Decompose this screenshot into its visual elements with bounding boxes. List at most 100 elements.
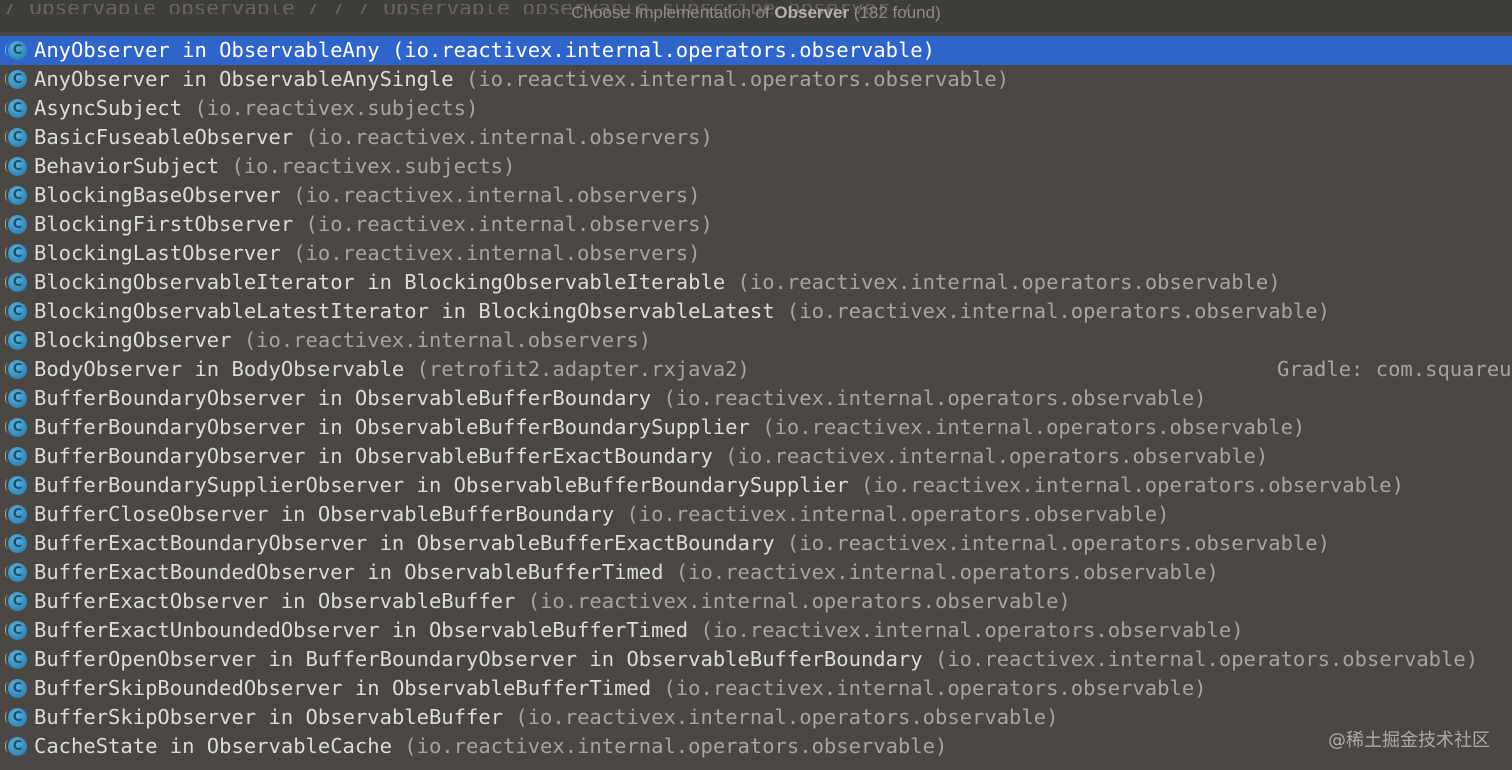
class-icon: C <box>5 563 27 582</box>
item-text: BufferExactObserver in ObservableBuffer … <box>34 587 1071 616</box>
implementation-item[interactable]: C BasicFuseableObserver (io.reactivex.int… <box>0 123 1512 152</box>
class-icon: C <box>5 447 27 466</box>
package-name: (io.reactivex.internal.operators.observa… <box>465 67 1010 91</box>
package-name: (io.reactivex.internal.operators.observa… <box>404 734 948 758</box>
class-name: BufferExactObserver <box>34 589 269 613</box>
package-name: (io.reactivex.internal.operators.observa… <box>762 415 1306 439</box>
package-name: (io.reactivex.internal.observers) <box>243 328 652 352</box>
enclosing-class: ObservableBufferExactBoundary <box>354 444 713 468</box>
implementation-item[interactable]: C BufferSkipObserver in ObservableBuffer … <box>0 703 1512 732</box>
class-name: BufferExactUnboundedObserver <box>34 618 380 642</box>
implementation-item[interactable]: C BufferExactBoundedObserver in Observabl… <box>0 558 1512 587</box>
implementation-item[interactable]: C BufferExactUnboundedObserver in Observa… <box>0 616 1512 645</box>
class-icon: C <box>5 244 27 263</box>
package-name: (io.reactivex.internal.operators.observa… <box>515 705 1059 729</box>
class-icon-letter: C <box>12 159 23 174</box>
class-icon: C <box>5 157 27 176</box>
class-icon: C <box>5 128 27 147</box>
implementation-item[interactable]: C BehaviorSubject (io.reactivex.subjects) <box>0 152 1512 181</box>
class-icon-letter: C <box>12 333 23 348</box>
class-icon: C <box>5 331 27 350</box>
package-name: (io.reactivex.internal.operators.observa… <box>700 618 1244 642</box>
implementation-item[interactable]: C BlockingFirstObserver (io.reactivex.int… <box>0 210 1512 239</box>
class-icon-letter: C <box>12 739 23 754</box>
package-name: (io.reactivex.internal.operators.observa… <box>675 560 1219 584</box>
package-name: (io.reactivex.internal.operators.observa… <box>786 299 1330 323</box>
implementation-item[interactable]: C AnyObserver in ObservableAny (io.reacti… <box>0 36 1512 65</box>
package-name: (io.reactivex.internal.operators.observa… <box>663 386 1207 410</box>
class-icon: C <box>5 621 27 640</box>
class-icon-letter: C <box>12 478 23 493</box>
package-name: (io.reactivex.internal.observers) <box>305 125 713 149</box>
enclosing-class: ObservableBuffer <box>305 705 504 729</box>
item-text: BufferExactBoundedObserver in Observable… <box>34 558 1219 587</box>
item-text: BehaviorSubject (io.reactivex.subjects) <box>34 152 515 181</box>
library-name: Gradle: com.squareup <box>1277 357 1512 381</box>
enclosing-class: ObservableBufferTimed <box>391 676 652 700</box>
class-name: BlockingObservableIterator <box>34 270 355 294</box>
implementation-item[interactable]: C CacheState in ObservableCache (io.react… <box>0 732 1512 761</box>
item-text: BlockingObservableIterator in BlockingOb… <box>34 268 1281 297</box>
enclosing-class: ObservableBuffer <box>317 589 516 613</box>
class-name: CacheState <box>34 734 158 758</box>
implementation-item[interactable]: C AnyObserver in ObservableAnySingle (io.… <box>0 65 1512 94</box>
implementation-item[interactable]: C BlockingBaseObserver (io.reactivex.inte… <box>0 181 1512 210</box>
package-name: (io.reactivex.subjects) <box>231 154 516 178</box>
implementation-item[interactable]: C AsyncSubject (io.reactivex.subjects) <box>0 94 1512 123</box>
package-name: (io.reactivex.internal.observers) <box>305 212 713 236</box>
package-name: (io.reactivex.internal.operators.observa… <box>626 502 1170 526</box>
implementation-item[interactable]: C BlockingObservableLatestIterator in Blo… <box>0 297 1512 326</box>
implementation-item[interactable]: C BufferBoundaryObserver in ObservableBuf… <box>0 413 1512 442</box>
class-icon-letter: C <box>12 710 23 725</box>
implementation-item[interactable]: C BufferSkipBoundedObserver in Observable… <box>0 674 1512 703</box>
implementation-item[interactable]: C BufferCloseObserver in ObservableBuffer… <box>0 500 1512 529</box>
class-name: BlockingLastObserver <box>34 241 281 265</box>
class-name: BufferBoundarySupplierObserver <box>34 473 405 497</box>
class-icon-letter: C <box>12 507 23 522</box>
implementation-item[interactable]: C BlockingLastObserver (io.reactivex.inte… <box>0 239 1512 268</box>
in-keyword: in <box>268 502 318 526</box>
class-icon: C <box>5 99 27 118</box>
implementation-list[interactable]: C AnyObserver in ObservableAny (io.reacti… <box>0 36 1512 770</box>
item-text: BufferBoundaryObserver in ObservableBuff… <box>34 384 1207 413</box>
class-icon-letter: C <box>12 130 23 145</box>
in-keyword: in <box>428 299 479 323</box>
in-keyword: in <box>256 647 306 671</box>
enclosing-class: ObservableBufferBoundary <box>317 502 615 526</box>
package-name: (io.reactivex.internal.operators.observa… <box>737 270 1281 294</box>
enclosing-class: ObservableAny <box>219 38 380 62</box>
implementation-item[interactable]: C BodyObserver in BodyObservable (retrofi… <box>0 355 1512 384</box>
class-name: BehaviorSubject <box>34 154 220 178</box>
item-text: BufferBoundaryObserver in ObservableBuff… <box>34 413 1305 442</box>
item-text: CacheState in ObservableCache (io.reacti… <box>34 732 947 761</box>
in-keyword: in <box>305 415 355 439</box>
in-keyword: in <box>404 473 454 497</box>
class-icon-letter: C <box>12 101 23 116</box>
in-keyword: in <box>354 270 405 294</box>
class-icon-letter: C <box>12 565 23 580</box>
class-name: BufferExactBoundedObserver <box>34 560 355 584</box>
enclosing-class: BlockingObservableIterable <box>404 270 726 294</box>
class-icon: C <box>5 418 27 437</box>
implementation-item[interactable]: C BufferExactObserver in ObservableBuffer… <box>0 587 1512 616</box>
implementation-item[interactable]: C BufferBoundarySupplierObserver in Obser… <box>0 471 1512 500</box>
implementation-item[interactable]: C BufferOpenObserver in BufferBoundaryObs… <box>0 645 1512 674</box>
class-icon-letter: C <box>12 623 23 638</box>
class-icon: C <box>5 679 27 698</box>
class-name: BufferOpenObserver <box>34 647 257 671</box>
class-name: BufferBoundaryObserver <box>34 386 306 410</box>
implementation-item[interactable]: C BufferExactBoundaryObserver in Observab… <box>0 529 1512 558</box>
class-icon: C <box>5 534 27 553</box>
item-text: BasicFuseableObserver (io.reactivex.inte… <box>34 123 713 152</box>
package-name: (io.reactivex.internal.operators.observa… <box>663 676 1207 700</box>
class-icon-letter: C <box>12 304 23 319</box>
implementation-item[interactable]: C BufferBoundaryObserver in ObservableBuf… <box>0 442 1512 471</box>
implementation-item[interactable]: C BlockingObservableIterator in BlockingO… <box>0 268 1512 297</box>
implementation-item[interactable]: C BlockingObserver (io.reactivex.internal… <box>0 326 1512 355</box>
class-icon-letter: C <box>12 594 23 609</box>
popup-title: Choose Implementation of Observer (182 f… <box>0 3 1512 23</box>
title-prefix: Choose Implementation of <box>571 3 775 22</box>
class-icon: C <box>5 70 27 89</box>
class-name: BlockingObserver <box>34 328 232 352</box>
implementation-item[interactable]: C BufferBoundaryObserver in ObservableBuf… <box>0 384 1512 413</box>
